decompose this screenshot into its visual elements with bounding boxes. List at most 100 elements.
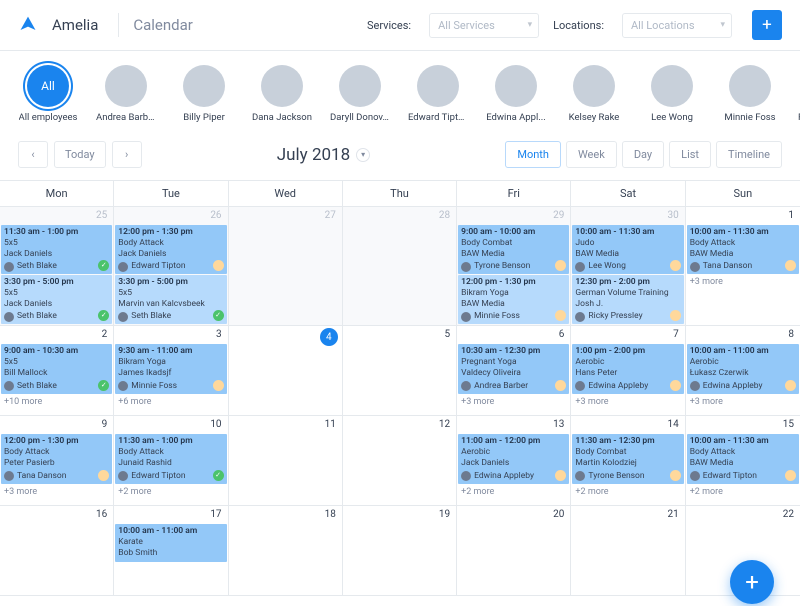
services-select[interactable]: All Services ▾: [429, 13, 539, 38]
more-link[interactable]: +2 more: [571, 485, 684, 499]
sync-icon: [785, 380, 796, 391]
today-button[interactable]: Today: [54, 141, 106, 168]
calendar-cell[interactable]: 110:00 am - 11:30 amBody AttackBAW Media…: [686, 207, 800, 326]
calendar-event[interactable]: 12:00 pm - 1:30 pmBikram YogaBAW MediaMi…: [458, 275, 569, 324]
calendar-cell[interactable]: 5: [343, 326, 457, 416]
event-client: Jack Daniels: [461, 458, 566, 469]
more-link[interactable]: +2 more: [114, 485, 227, 499]
calendar-event[interactable]: 12:00 pm - 1:30 pmBody AttackJack Daniel…: [115, 225, 226, 274]
add-button[interactable]: +: [752, 10, 782, 40]
event-assignee: Tyrone Benson: [461, 261, 566, 272]
prev-button[interactable]: ‹: [18, 141, 48, 168]
employee-9[interactable]: Minnie Foss: [720, 65, 780, 123]
more-link[interactable]: +2 more: [686, 485, 800, 499]
calendar-cell[interactable]: 21: [571, 506, 685, 596]
day-number: 14: [667, 419, 678, 430]
more-link[interactable]: +3 more: [686, 395, 800, 409]
calendar-cell[interactable]: 39:30 am - 11:00 amBikram YogaJames Ikad…: [114, 326, 228, 416]
calendar-event[interactable]: 3:30 pm - 5:00 pm5x5Jack DanielsSeth Bla…: [1, 275, 112, 324]
calendar-cell[interactable]: 2511:30 am - 1:00 pm5x5Jack DanielsSeth …: [0, 207, 114, 326]
event-client: Łukasz Czerwik: [690, 368, 796, 379]
avatar-icon: [118, 381, 128, 391]
period-dropdown[interactable]: ▾: [356, 148, 370, 162]
calendar-event[interactable]: 9:30 am - 11:00 amBikram YogaJames Ikads…: [115, 344, 226, 393]
more-link[interactable]: +10 more: [0, 395, 113, 409]
sync-icon: [670, 380, 681, 391]
calendar-cell[interactable]: 2612:00 pm - 1:30 pmBody AttackJack Dani…: [114, 207, 228, 326]
view-list[interactable]: List: [669, 141, 711, 168]
calendar-event[interactable]: 11:30 am - 1:00 pmBody AttackJunaid Rash…: [115, 434, 226, 483]
view-week[interactable]: Week: [566, 141, 617, 168]
calendar-event[interactable]: 1:00 pm - 2:00 pmAerobicHans PeterEdwina…: [572, 344, 683, 393]
more-link[interactable]: +3 more: [686, 275, 800, 289]
calendar-cell[interactable]: 1710:00 am - 11:00 amKarateBob Smith: [114, 506, 228, 596]
calendar-event[interactable]: 3:30 pm - 5:00 pm5x5Marvin van Kalcvsbee…: [115, 275, 226, 324]
event-client: BAW Media: [690, 249, 796, 260]
next-button[interactable]: ›: [112, 141, 142, 168]
calendar-event[interactable]: 10:00 am - 11:30 amJudoBAW MediaLee Wong: [572, 225, 683, 274]
calendar-cell[interactable]: 28: [343, 207, 457, 326]
calendar-cell[interactable]: 299:00 am - 10:00 amBody CombatBAW Media…: [457, 207, 571, 326]
calendar-event[interactable]: 10:00 am - 11:30 amBody AttackBAW MediaE…: [687, 434, 799, 483]
calendar-cell[interactable]: 12: [343, 416, 457, 506]
calendar-cell[interactable]: 71:00 pm - 2:00 pmAerobicHans PeterEdwin…: [571, 326, 685, 416]
employee-2[interactable]: Billy Piper: [174, 65, 234, 123]
calendar-cell[interactable]: 1510:00 am - 11:30 amBody AttackBAW Medi…: [686, 416, 800, 506]
avatar-icon: [575, 381, 585, 391]
calendar-cell[interactable]: 27: [229, 207, 343, 326]
employee-7[interactable]: Kelsey Rake: [564, 65, 624, 123]
more-link[interactable]: +3 more: [457, 395, 570, 409]
calendar-cell[interactable]: 11: [229, 416, 343, 506]
event-name: 5x5: [118, 288, 223, 299]
fab-add-button[interactable]: +: [730, 560, 774, 604]
calendar-cell[interactable]: 4: [229, 326, 343, 416]
locations-select[interactable]: All Locations ▾: [622, 13, 732, 38]
calendar-cell[interactable]: 18: [229, 506, 343, 596]
services-label: Services:: [367, 19, 411, 32]
calendar-cell[interactable]: 1311:00 am - 12:00 pmAerobicJack Daniels…: [457, 416, 571, 506]
view-timeline[interactable]: Timeline: [716, 141, 782, 168]
calendar-event[interactable]: 11:30 am - 12:30 pmBody CombatMartin Kol…: [572, 434, 683, 483]
view-month[interactable]: Month: [505, 141, 561, 168]
calendar-cell[interactable]: 912:00 pm - 1:30 pmBody AttackPeter Pasi…: [0, 416, 114, 506]
event-time: 10:00 am - 11:00 am: [118, 526, 223, 537]
view-day[interactable]: Day: [622, 141, 664, 168]
calendar-cell[interactable]: 16: [0, 506, 114, 596]
more-link[interactable]: +3 more: [0, 485, 113, 499]
calendar-cell[interactable]: 20: [457, 506, 571, 596]
calendar-event[interactable]: 9:00 am - 10:30 am5x5Bill MallockSeth Bl…: [1, 344, 112, 393]
avatar: [183, 65, 225, 107]
calendar-event[interactable]: 10:30 am - 12:30 pmPregnant YogaValdecy …: [458, 344, 569, 393]
calendar-event[interactable]: 11:00 am - 12:00 pmAerobicJack DanielsEd…: [458, 434, 569, 483]
employee-1[interactable]: Andrea Barber: [96, 65, 156, 123]
calendar-event[interactable]: 10:00 am - 11:30 amBody AttackBAW MediaT…: [687, 225, 799, 274]
calendar-cell[interactable]: 810:00 am - 11:00 amAerobicŁukasz Czerwi…: [686, 326, 800, 416]
more-link[interactable]: +3 more: [571, 395, 684, 409]
employee-5[interactable]: Edward Tipton: [408, 65, 468, 123]
employee-name: Dana Jackson: [252, 112, 312, 123]
avatar: [417, 65, 459, 107]
calendar-cell[interactable]: 1011:30 am - 1:00 pmBody AttackJunaid Ra…: [114, 416, 228, 506]
calendar-event[interactable]: 11:30 am - 1:00 pm5x5Jack DanielsSeth Bl…: [1, 225, 112, 274]
calendar-cell[interactable]: 29:00 am - 10:30 am5x5Bill MallockSeth B…: [0, 326, 114, 416]
calendar-event[interactable]: 12:30 pm - 2:00 pmGerman Volume Training…: [572, 275, 683, 324]
calendar-event[interactable]: 12:00 pm - 1:30 pmBody AttackPeter Pasie…: [1, 434, 112, 483]
calendar-event[interactable]: 10:00 am - 11:00 amKarateBob Smith: [115, 524, 226, 561]
calendar-event[interactable]: 9:00 am - 10:00 amBody CombatBAW MediaTy…: [458, 225, 569, 274]
more-link[interactable]: +6 more: [114, 395, 227, 409]
calendar-cell[interactable]: 19: [343, 506, 457, 596]
employee-3[interactable]: Dana Jackson: [252, 65, 312, 123]
calendar-cell[interactable]: 3010:00 am - 11:30 amJudoBAW MediaLee Wo…: [571, 207, 685, 326]
employee-6[interactable]: Edwina Appl...: [486, 65, 546, 123]
calendar-cell[interactable]: 14 11:30 am - 12:30 pmBody CombatMartin K…: [571, 416, 685, 506]
more-link[interactable]: +2 more: [457, 485, 570, 499]
calendar-event[interactable]: 10:00 am - 11:00 amAerobicŁukasz Czerwik…: [687, 344, 799, 393]
event-name: Body Attack: [690, 238, 796, 249]
employee-all[interactable]: AllAll employees: [18, 65, 78, 123]
event-time: 10:00 am - 11:30 am: [575, 227, 680, 238]
employee-4[interactable]: Daryll Donov...: [330, 65, 390, 123]
event-time: 10:00 am - 11:30 am: [690, 436, 796, 447]
calendar-cell[interactable]: 610:30 am - 12:30 pmPregnant YogaValdecy…: [457, 326, 571, 416]
event-client: Junaid Rashid: [118, 458, 223, 469]
employee-8[interactable]: Lee Wong: [642, 65, 702, 123]
